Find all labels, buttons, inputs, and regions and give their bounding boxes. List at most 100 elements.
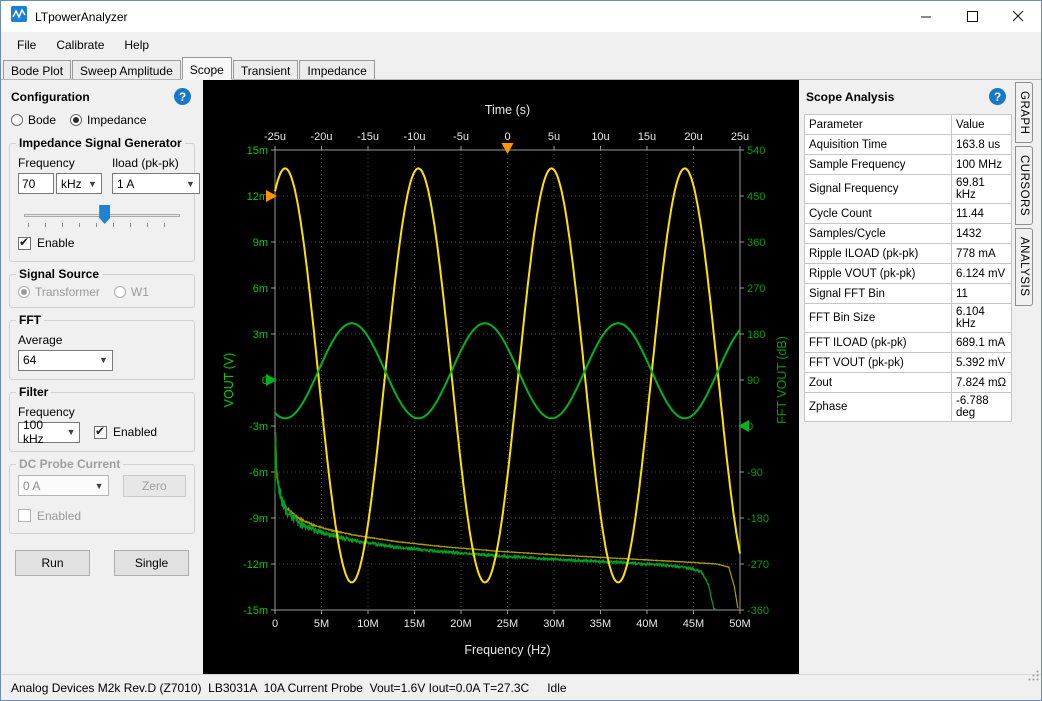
param-cell: Cycle Count: [805, 204, 952, 224]
mode-radio-impedance[interactable]: Impedance: [70, 113, 146, 127]
table-row: Samples/Cycle 1432: [805, 224, 1012, 244]
svg-text:5u: 5u: [548, 131, 560, 143]
param-cell: Aquisition Time: [805, 135, 952, 155]
menu-help[interactable]: Help: [114, 35, 159, 55]
side-tab-graph[interactable]: GRAPH: [1015, 82, 1033, 143]
zero-button: Zero: [123, 475, 186, 497]
svg-text:-10u: -10u: [403, 131, 425, 143]
amplitude-slider[interactable]: [22, 202, 182, 230]
combo-value: kHz: [61, 177, 82, 191]
combo-value: 1 A: [117, 177, 134, 191]
value-cell: -6.788 deg: [952, 393, 1012, 422]
param-cell: FFT VOUT (pk-pk): [805, 353, 952, 373]
filter-group: Filter Frequency 100 kHz ▼ Enabled: [9, 392, 195, 452]
signal-source-radio-group: Transformer W1: [18, 285, 186, 299]
svg-text:360: 360: [747, 237, 765, 249]
minimize-button[interactable]: [903, 1, 949, 32]
slider-thumb[interactable]: [99, 205, 110, 224]
svg-text:40M: 40M: [636, 618, 657, 630]
scope-analysis-panel: Scope Analysis ? ParameterValue Aquisiti…: [799, 80, 1015, 674]
svg-text:5M: 5M: [314, 618, 329, 630]
configuration-title: Configuration: [11, 90, 90, 104]
svg-text:6m: 6m: [253, 283, 268, 295]
enable-checkbox[interactable]: Enable: [18, 236, 74, 250]
resize-grip-icon[interactable]: [1007, 655, 1040, 699]
value-cell: 6.104 kHz: [952, 304, 1012, 333]
side-tab-analysis[interactable]: ANALYSIS: [1015, 228, 1033, 305]
iload-label: Iload (pk-pk): [112, 156, 200, 170]
svg-text:-360: -360: [747, 605, 769, 617]
frequency-input[interactable]: [18, 173, 54, 194]
svg-text:-90: -90: [747, 467, 763, 479]
tab-impedance[interactable]: Impedance: [299, 60, 374, 79]
param-cell: FFT ILOAD (pk-pk): [805, 333, 952, 353]
side-tab-cursors[interactable]: CURSORS: [1015, 146, 1033, 225]
source-radio-w1[interactable]: W1: [114, 285, 149, 299]
param-cell: Signal FFT Bin: [805, 284, 952, 304]
value-cell: 1432: [952, 224, 1012, 244]
value-cell: 11.44: [952, 204, 1012, 224]
column-header: Value: [952, 115, 1012, 135]
chevron-down-icon: ▼: [97, 355, 110, 365]
signal-source-group: Signal Source Transformer W1: [9, 274, 195, 308]
single-button[interactable]: Single: [114, 550, 189, 576]
status-state: Idle: [547, 681, 566, 695]
svg-text:450: 450: [747, 191, 765, 203]
tab-sweep-amplitude[interactable]: Sweep Amplitude: [72, 60, 181, 79]
svg-text:-3m: -3m: [249, 421, 268, 433]
scope-analysis-title: Scope Analysis: [806, 90, 894, 104]
svg-text:3m: 3m: [253, 329, 268, 341]
dc-probe-current-select: 0 A ▼: [18, 475, 109, 496]
table-row: Ripple ILOAD (pk-pk) 778 mA: [805, 244, 1012, 264]
svg-text:50M: 50M: [729, 618, 750, 630]
fft-group: FFT Average 64 ▼: [9, 320, 195, 380]
close-button[interactable]: [995, 1, 1041, 32]
table-row: Sample Frequency 100 MHz: [805, 155, 1012, 175]
value-cell: 6.124 mV: [952, 264, 1012, 284]
svg-text:-6m: -6m: [249, 467, 268, 479]
configuration-panel: Configuration ? Bode Impedance Impedance…: [1, 80, 203, 674]
dc-probe-enabled-checkbox: Enabled: [18, 509, 81, 523]
frequency-unit-select[interactable]: kHz ▼: [56, 173, 102, 194]
signal-source-title: Signal Source: [16, 267, 102, 281]
chevron-down-icon: ▼: [184, 179, 197, 189]
run-button[interactable]: Run: [15, 550, 90, 576]
help-icon[interactable]: ?: [174, 88, 191, 105]
slider-ticks: [28, 223, 176, 227]
radio-icon: [114, 286, 126, 298]
menu-file[interactable]: File: [7, 35, 46, 55]
svg-text:12m: 12m: [247, 191, 268, 203]
combo-value: 0 A: [23, 479, 40, 493]
help-icon[interactable]: ?: [989, 88, 1006, 105]
table-row: FFT VOUT (pk-pk) 5.392 mV: [805, 353, 1012, 373]
filter-frequency-select[interactable]: 100 kHz ▼: [18, 422, 80, 443]
menubar: FileCalibrateHelp: [1, 32, 1041, 57]
fft-average-select[interactable]: 64 ▼: [18, 350, 113, 371]
dc-probe-title: DC Probe Current: [16, 457, 123, 471]
filter-enabled-checkbox[interactable]: Enabled: [94, 425, 157, 439]
svg-text:270: 270: [747, 283, 765, 295]
iload-select[interactable]: 1 A ▼: [112, 173, 200, 194]
signal-generator-group: Impedance Signal Generator Frequency kHz…: [9, 143, 195, 262]
checkbox-icon: [18, 237, 31, 250]
radio-icon: [11, 114, 23, 126]
param-cell: FFT Bin Size: [805, 304, 952, 333]
maximize-button[interactable]: [949, 1, 995, 32]
svg-text:25u: 25u: [731, 131, 749, 143]
filter-frequency-label: Frequency: [18, 405, 186, 419]
param-cell: Samples/Cycle: [805, 224, 952, 244]
tab-transient[interactable]: Transient: [233, 60, 299, 79]
action-buttons: Run Single: [15, 550, 189, 576]
value-cell: 11: [952, 284, 1012, 304]
source-radio-transformer[interactable]: Transformer: [18, 285, 100, 299]
mode-radio-bode[interactable]: Bode: [11, 113, 56, 127]
chevron-down-icon: ▼: [93, 481, 106, 491]
svg-text:540: 540: [747, 145, 765, 157]
tab-bode-plot[interactable]: Bode Plot: [3, 60, 71, 79]
param-cell: Zout: [805, 373, 952, 393]
value-cell: 7.824 mΩ: [952, 373, 1012, 393]
value-cell: 100 MHz: [952, 155, 1012, 175]
scope-plot[interactable]: -25u0-20u5M-15u10M-10u15M-5u20M025M5u30M…: [203, 80, 799, 674]
menu-calibrate[interactable]: Calibrate: [46, 35, 114, 55]
tab-scope[interactable]: Scope: [182, 57, 232, 80]
